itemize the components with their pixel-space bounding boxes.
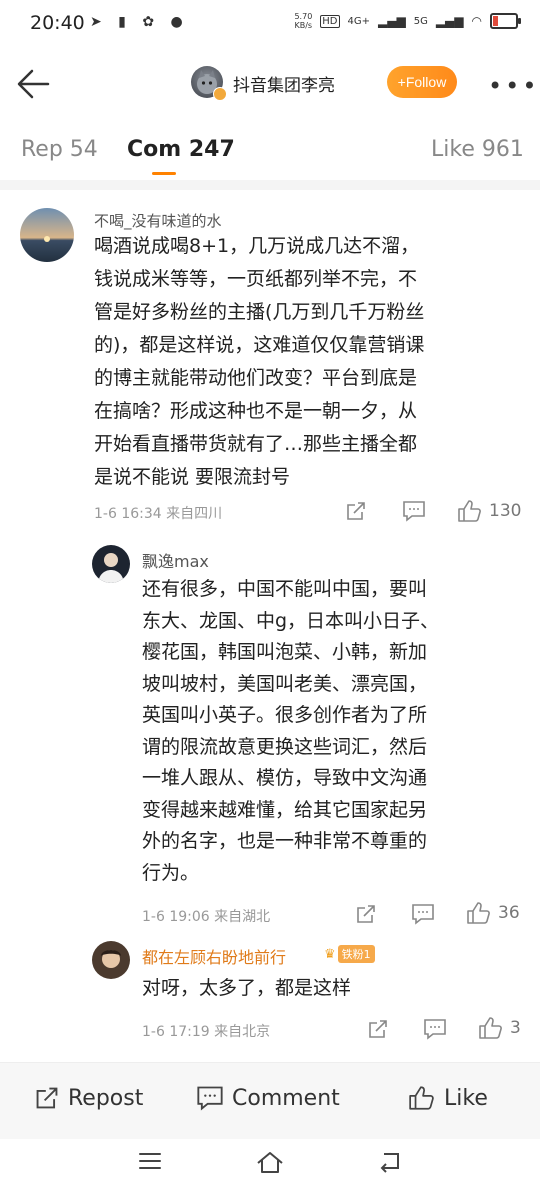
comment-text: 喝酒说成喝8+1，几万说成几达不溜， 钱说成米等等，一页纸都列举不完，不 管是好… (94, 230, 524, 494)
signal-bars-icon: ▂▄▆ (435, 14, 464, 28)
avatar[interactable] (92, 941, 130, 979)
page-title: 抖音集团李亮 (233, 76, 335, 96)
verified-badge-icon (213, 87, 227, 101)
like-button[interactable]: 3 (478, 1016, 521, 1040)
comment-line: 东大、龙国、中g，日本叫小日子、 (142, 609, 440, 632)
hd-label: HD (320, 14, 340, 28)
person-avatar-icon (101, 950, 121, 968)
like-button[interactable]: 36 (466, 901, 520, 925)
comment-line: 英国叫小英子。很多创作者为了所 (142, 704, 428, 726)
like-button[interactable]: 130 (457, 499, 521, 523)
reply-meta: 1-6 19:06 来自湖北 (142, 909, 271, 925)
signal-4g: 4G+ (347, 15, 371, 27)
comment-line: 外的名字，也是一种非常不尊重的 (142, 830, 428, 852)
comment-meta: 1-6 16:34 来自四川 (94, 506, 223, 522)
like-count: 130 (489, 501, 522, 521)
like-count: 3 (510, 1018, 521, 1038)
thumbs-up-icon (467, 902, 490, 924)
return-icon (380, 1153, 399, 1173)
reply-text: 对呀，太多了，都是这样 (142, 972, 351, 1005)
menu-icon (139, 1153, 161, 1169)
person-avatar-icon (98, 553, 124, 583)
share-button[interactable] (355, 903, 377, 925)
comment-icon (197, 1086, 223, 1111)
comment-line: 钱说成米等等，一页纸都列举不完，不 (94, 268, 418, 290)
comment-line: 开始看直播带货就有了…那些主播全都 (94, 433, 418, 455)
active-tab-indicator (152, 172, 176, 175)
comment-line: 还有很多，中国不能叫中国，要叫 (142, 578, 428, 600)
follow-button[interactable]: +Follow (387, 66, 457, 98)
tab-reposts[interactable]: Rep 54 (21, 137, 98, 162)
comment-icon (424, 1019, 446, 1040)
share-icon (369, 1020, 387, 1038)
comment-username[interactable]: 不喝_没有味道的水 (94, 210, 222, 231)
comment-icon (412, 904, 434, 925)
comment-line: 对呀，太多了，都是这样 (142, 977, 352, 999)
comment-line: 喝酒说成喝8+1，几万说成几达不溜， (94, 235, 420, 257)
fan-badge-label: 铁粉1 (337, 945, 375, 963)
comment-icon (403, 501, 425, 522)
tab-comments[interactable]: Com 247 (127, 137, 235, 162)
more-options-icon[interactable]: ••• (488, 72, 539, 100)
reply-username[interactable]: 都在左顾右盼地前行 (142, 944, 286, 968)
comment-line: 在搞啥？形成这种也不是一朝一夕，从 (94, 400, 418, 422)
reply-meta: 1-6 17:19 来自北京 (142, 1024, 271, 1040)
comment-line: 坡叫坡村，美国叫老美、漂亮国， (142, 672, 428, 695)
like-post-button[interactable]: Like (408, 1085, 488, 1111)
comment-line: 行为。 (142, 861, 200, 884)
reply-username[interactable]: 飘逸max (142, 548, 209, 572)
comment-line: 一堆人跟从、模仿，导致中文沟通 (142, 767, 428, 789)
status-right-icons: 5.70 KB/s HD 4G+ ▂▄▆ 5G ▂▄▆ ◠ (294, 12, 521, 30)
comment-label: Comment (232, 1085, 340, 1111)
thumbs-up-icon (409, 1086, 434, 1110)
reply-button[interactable] (402, 500, 426, 522)
comment-line: 的)，都是这样说，这难道仅仅靠营销课 (94, 334, 425, 356)
home-icon (257, 1152, 283, 1173)
status-app-icons: ➤ ▮ ✿ ● (90, 14, 189, 30)
section-divider (0, 180, 540, 190)
like-label: Like (444, 1085, 488, 1111)
reply-button[interactable] (423, 1018, 447, 1040)
avatar[interactable] (92, 545, 130, 583)
wifi-icon: ◠ (471, 14, 482, 28)
share-button[interactable] (367, 1018, 389, 1040)
reply-button[interactable] (411, 903, 435, 925)
share-icon (347, 502, 365, 520)
status-time: 20:40 (30, 12, 85, 34)
reply-text: 还有很多，中国不能叫中国，要叫 东大、龙国、中g，日本叫小日子、 樱花国，韩国叫… (142, 574, 522, 889)
repost-label: Repost (68, 1085, 144, 1111)
share-button[interactable] (345, 500, 367, 522)
signal-5g: 5G (413, 15, 428, 27)
comment-button[interactable]: Comment (196, 1085, 340, 1111)
comment-line: 谓的限流故意更换这些词汇，然后 (142, 735, 428, 758)
signal-bars-icon: ▂▄▆ (378, 14, 406, 28)
comment-line: 是说不能说 要限流封号 (94, 466, 291, 488)
repost-button[interactable]: Repost (34, 1085, 143, 1111)
sunset-avatar-icon (20, 208, 74, 262)
share-icon (357, 905, 375, 923)
fan-badge: ♛ 铁粉1 (324, 945, 375, 963)
back-nav-button[interactable] (378, 1150, 404, 1178)
comment-line: 的博主就能带动他们改变？平台到底是 (94, 367, 418, 389)
status-bar: 20:40 ➤ ▮ ✿ ● 5.70 KB/s HD 4G+ ▂▄▆ 5G ▂▄… (0, 0, 540, 48)
comment-line: 樱花国，韩国叫泡菜、小韩，新加 (142, 641, 428, 663)
back-arrow-icon (17, 69, 50, 99)
tab-likes[interactable]: Like 961 (431, 137, 524, 162)
back-button[interactable] (14, 64, 54, 104)
comment-line: 变得越来越难懂，给其它国家起另 (142, 798, 428, 821)
home-button[interactable] (255, 1150, 285, 1178)
like-count: 36 (498, 903, 520, 923)
battery-icon (490, 13, 521, 29)
crown-icon: ♛ (324, 946, 336, 962)
thumbs-up-icon (479, 1017, 502, 1039)
network-speed: 5.70 KB/s (294, 12, 313, 30)
share-icon (36, 1087, 58, 1109)
menu-button[interactable] (138, 1150, 162, 1176)
comment-line: 管是好多粉丝的主播(几万到几千万粉丝 (94, 301, 425, 323)
avatar[interactable] (20, 208, 74, 262)
thumbs-up-icon (458, 500, 481, 522)
